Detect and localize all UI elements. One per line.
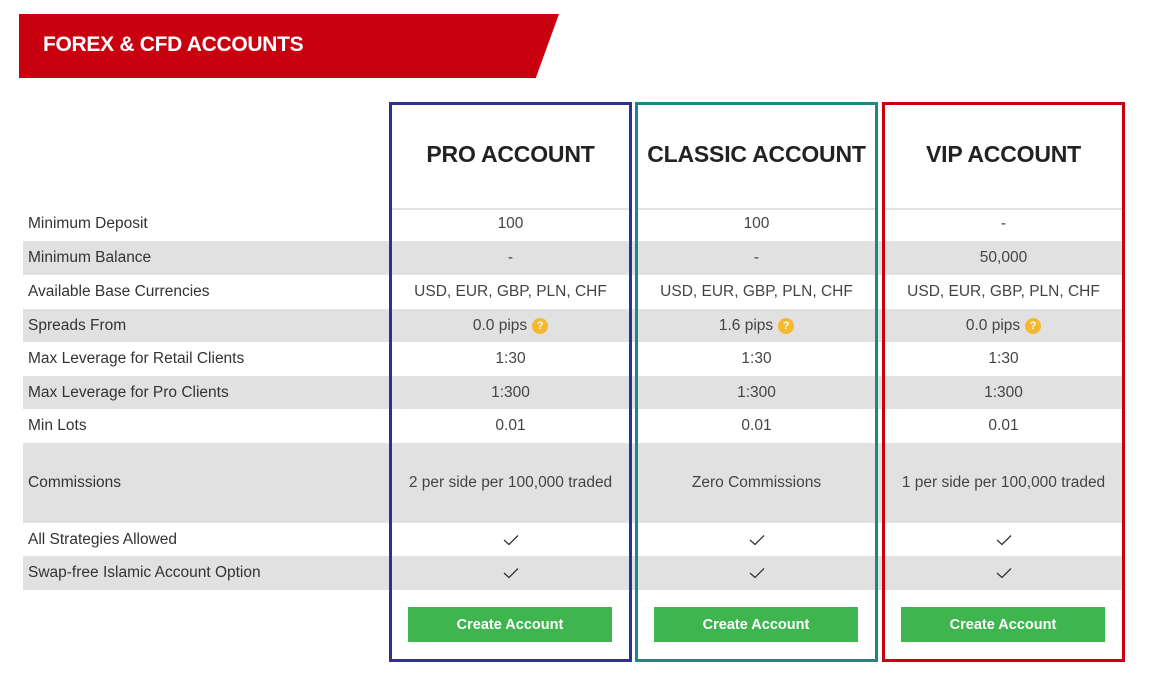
pro-currencies-cell: USD, EUR, GBP, PLN, CHF [392, 275, 629, 309]
cell-value: USD, EUR, GBP, PLN, CHF [414, 283, 607, 300]
help-icon[interactable]: ? [1025, 317, 1042, 334]
check-icon [749, 567, 765, 579]
help-icon[interactable]: ? [778, 317, 795, 334]
row-label-min-balance: Minimum Balance [28, 249, 152, 266]
classic-min-lots-cell: 0.01 [638, 409, 875, 443]
vip-min-lots-cell: 0.01 [885, 409, 1122, 443]
classic-currencies-cell: USD, EUR, GBP, PLN, CHF [638, 275, 875, 309]
cell-value: 1:300 [737, 383, 776, 401]
vip-currencies-cell: USD, EUR, GBP, PLN, CHF [885, 275, 1122, 309]
vip-account-title: VIP ACCOUNT [926, 141, 1081, 167]
classic-account-title: CLASSIC ACCOUNT [647, 141, 866, 167]
check-icon [996, 534, 1012, 546]
classic-lev-pro-cell: 1:300 [638, 376, 875, 409]
cell-value: 1:30 [988, 350, 1019, 367]
cell-value: 1.6 pips [718, 316, 774, 334]
classic-commissions-cell: Zero Commissions [638, 443, 875, 523]
cell-value: - [507, 249, 514, 266]
cell-value: USD, EUR, GBP, PLN, CHF [907, 283, 1100, 300]
cell-value: 0.01 [988, 417, 1019, 434]
check-icon [503, 567, 519, 579]
cell-value: 0.0 pips [965, 316, 1021, 334]
vip-min-deposit-cell: - [885, 207, 1122, 241]
cell-value: 1:300 [984, 383, 1023, 401]
vip-lev-pro-cell: 1:300 [885, 376, 1122, 409]
classic-lev-retail-cell: 1:30 [638, 342, 875, 376]
pro-min-lots-cell: 0.01 [392, 409, 629, 443]
cell-value: 0.01 [741, 417, 772, 434]
section-banner: FOREX & CFD ACCOUNTS [19, 14, 559, 78]
check-icon [996, 567, 1012, 579]
vip-spreads-cell: 0.0 pips? [885, 309, 1122, 342]
cell-value: Zero Commissions [691, 474, 822, 491]
check-icon [749, 534, 765, 546]
cell-value: 0.01 [495, 417, 526, 434]
vip-account-column: VIP ACCOUNT - 50,000 USD, EUR, GBP, PLN, C… [882, 102, 1125, 662]
pro-spreads-cell: 0.0 pips? [392, 309, 629, 342]
row-label-min-deposit: Minimum Deposit [28, 215, 148, 232]
cell-value: 1:30 [495, 350, 526, 367]
pro-lev-retail-cell: 1:30 [392, 342, 629, 376]
row-label-swap-free: Swap-free Islamic Account Option [28, 564, 261, 581]
row-label-min-lots: Min Lots [28, 417, 87, 434]
pro-commissions-cell: 2 per side per 100,000 traded [392, 443, 629, 523]
pro-lev-pro-cell: 1:300 [392, 376, 629, 409]
cell-value: - [1000, 215, 1007, 232]
row-label-spreads: Spreads From [28, 316, 127, 334]
pro-create-account-button[interactable]: Create Account [408, 607, 612, 642]
check-icon [503, 534, 519, 546]
row-label-currencies: Available Base Currencies [28, 283, 210, 300]
cell-value: 1:300 [491, 383, 530, 401]
cell-value: 100 [497, 215, 524, 232]
classic-account-column: CLASSIC ACCOUNT 100 - USD, EUR, GBP, PLN, … [635, 102, 878, 662]
classic-min-deposit-cell: 100 [638, 207, 875, 241]
cell-value: 100 [743, 215, 770, 232]
help-icon[interactable]: ? [532, 317, 549, 334]
row-label-strategies: All Strategies Allowed [28, 530, 178, 548]
classic-spreads-cell: 1.6 pips? [638, 309, 875, 342]
cell-value: USD, EUR, GBP, PLN, CHF [660, 283, 853, 300]
pro-swap-free-cell [392, 556, 629, 590]
row-label-commissions: Commissions [28, 474, 122, 491]
row-label-lev-pro: Max Leverage for Pro Clients [28, 383, 229, 401]
section-title: FOREX & CFD ACCOUNTS [43, 33, 304, 56]
classic-create-account-button[interactable]: Create Account [654, 607, 858, 642]
vip-create-account-button[interactable]: Create Account [901, 607, 1105, 642]
cell-value: 1:30 [741, 350, 772, 367]
pro-strategies-cell [392, 523, 629, 556]
pro-min-balance-cell: - [392, 241, 629, 275]
cell-value: 1 per side per 100,000 traded [901, 474, 1106, 491]
vip-swap-free-cell [885, 556, 1122, 590]
cell-value: 2 per side per 100,000 traded [408, 474, 613, 491]
classic-swap-free-cell [638, 556, 875, 590]
cell-value: - [753, 249, 760, 266]
cell-value: 0.0 pips [472, 316, 528, 334]
classic-strategies-cell [638, 523, 875, 556]
classic-min-balance-cell: - [638, 241, 875, 275]
vip-strategies-cell [885, 523, 1122, 556]
pro-account-title: PRO ACCOUNT [426, 141, 595, 167]
vip-lev-retail-cell: 1:30 [885, 342, 1122, 376]
row-label-lev-retail: Max Leverage for Retail Clients [28, 350, 245, 367]
vip-commissions-cell: 1 per side per 100,000 traded [885, 443, 1122, 523]
pro-min-deposit-cell: 100 [392, 207, 629, 241]
cell-value: 50,000 [979, 249, 1028, 266]
pro-account-column: PRO ACCOUNT 100 - USD, EUR, GBP, PLN, CHF 0… [389, 102, 632, 662]
vip-min-balance-cell: 50,000 [885, 241, 1122, 275]
